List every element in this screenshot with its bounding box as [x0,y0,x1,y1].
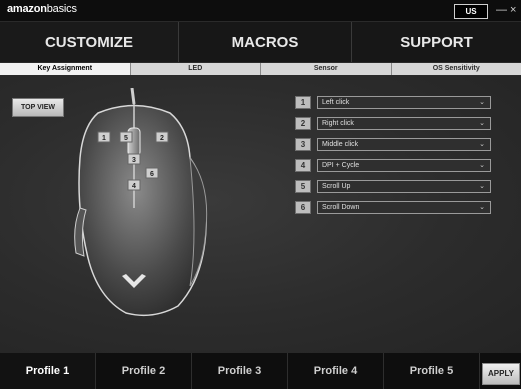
chevron-down-icon: ⌄ [479,120,485,127]
tab-profile-2[interactable]: Profile 2 [96,353,192,389]
mouse-label-3: 3 [132,157,136,164]
binding-number: 3 [295,138,311,151]
tab-profile-3[interactable]: Profile 3 [192,353,288,389]
brand-logo: amazonbasics [7,3,77,15]
mouse-label-1: 1 [102,135,106,142]
binding-value: Right click [322,120,354,127]
chevron-down-icon: ⌄ [479,204,485,211]
tab-key-assignment[interactable]: Key Assignment [0,63,131,75]
tab-customize[interactable]: CUSTOMIZE [0,22,179,62]
binding-number: 6 [295,201,311,214]
app-window: amazonbasics US — × CUSTOMIZE MACROS SUP… [0,0,521,389]
binding-select-1[interactable]: Left click ⌄ [317,96,491,109]
binding-value: Scroll Down [322,204,360,211]
tab-macros[interactable]: MACROS [179,22,352,62]
mouse-label-2: 2 [160,135,164,142]
tab-led[interactable]: LED [131,63,261,75]
tab-support[interactable]: SUPPORT [352,22,521,62]
binding-number: 5 [295,180,311,193]
mouse-label-6: 6 [150,171,154,178]
binding-select-5[interactable]: Scroll Up ⌄ [317,180,491,193]
binding-value: Left click [322,99,350,106]
tab-os-sensitivity[interactable]: OS Sensitivity [392,63,521,75]
tab-profile-5[interactable]: Profile 5 [384,353,480,389]
minimize-button[interactable]: — [496,3,507,17]
brand-light: basics [46,3,77,15]
binding-select-3[interactable]: Middle click ⌄ [317,138,491,151]
tab-sensor[interactable]: Sensor [261,63,392,75]
binding-number: 4 [295,159,311,172]
profile-bar: Profile 1 Profile 2 Profile 3 Profile 4 … [0,353,521,389]
main-navigation: CUSTOMIZE MACROS SUPPORT [0,22,521,62]
tab-profile-4[interactable]: Profile 4 [288,353,384,389]
chevron-down-icon: ⌄ [479,183,485,190]
key-assignment-panel: TOP VIEW 1 5 2 3 6 4 1 Left click ⌄ 2 Ri… [0,76,521,353]
binding-select-6[interactable]: Scroll Down ⌄ [317,201,491,214]
tab-profile-1[interactable]: Profile 1 [0,353,96,389]
binding-number: 2 [295,117,311,130]
chevron-down-icon: ⌄ [479,162,485,169]
mouse-label-5: 5 [124,135,128,142]
title-bar: amazonbasics US — × [0,0,521,21]
apply-button[interactable]: APPLY [482,363,520,385]
mouse-illustration: 1 5 2 3 6 4 [74,88,208,317]
close-button[interactable]: × [510,3,516,17]
binding-value: DPI + Cycle [322,162,360,169]
mouse-label-4: 4 [132,183,136,190]
top-view-button[interactable]: TOP VIEW [12,98,64,117]
mouse-cable [130,88,136,105]
binding-value: Middle click [322,141,359,148]
region-button[interactable]: US [454,4,488,19]
brand-bold: amazon [7,3,47,15]
binding-select-2[interactable]: Right click ⌄ [317,117,491,130]
chevron-down-icon: ⌄ [479,141,485,148]
binding-select-4[interactable]: DPI + Cycle ⌄ [317,159,491,172]
sub-navigation: Key Assignment LED Sensor OS Sensitivity [0,63,521,75]
binding-number: 1 [295,96,311,109]
chevron-down-icon: ⌄ [479,99,485,106]
binding-value: Scroll Up [322,183,351,190]
